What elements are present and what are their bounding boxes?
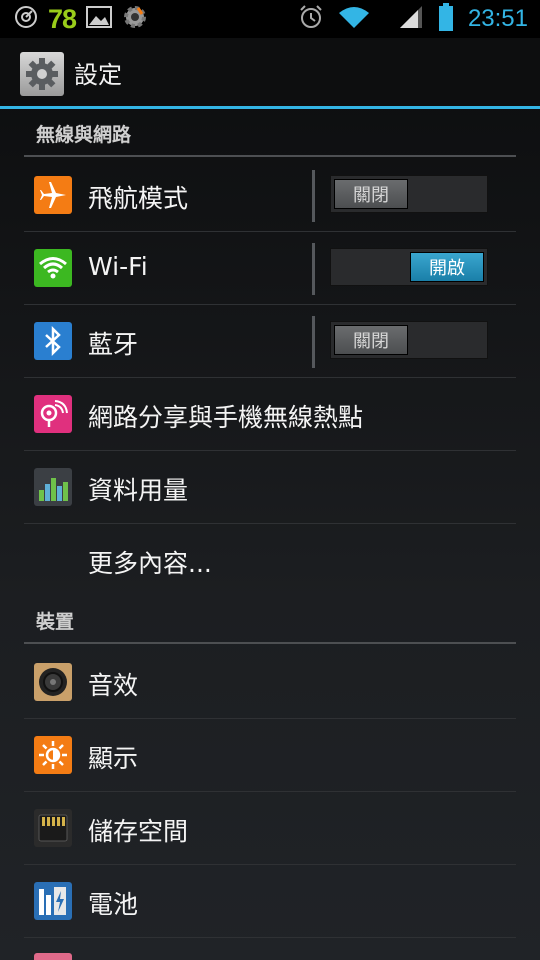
toggle-thumb: 關閉 (334, 325, 408, 355)
speaker-icon (34, 663, 72, 701)
wifi-toggle[interactable]: 開啟 (330, 248, 488, 286)
status-bar: 78 23:51 (0, 0, 540, 38)
clock: 23:51 (467, 5, 528, 32)
settings-item-label: Wi-Fi (88, 252, 148, 281)
row-divider (312, 243, 315, 295)
brightness-icon (34, 736, 72, 774)
bluetooth-toggle[interactable]: 關閉 (330, 321, 488, 359)
settings-item-sound[interactable]: 音效 (24, 645, 516, 719)
settings-item-bluetooth[interactable]: 藍牙 關閉 (24, 304, 516, 378)
settings-item-display[interactable]: 顯示 (24, 718, 516, 792)
hotspot-icon (34, 395, 72, 433)
battery-settings-icon (34, 882, 72, 920)
row-divider (312, 316, 315, 368)
battery-level-number: 78 (48, 3, 77, 34)
settings-item-label: 音效 (88, 671, 139, 700)
battery-icon (438, 3, 454, 35)
settings-item-label: 顯示 (88, 744, 139, 773)
settings-item-label: 飛航模式 (88, 184, 189, 213)
toggle-thumb: 關閉 (334, 179, 408, 209)
section-header-label: 無線與網路 (36, 124, 132, 146)
settings-item-label: 資料用量 (88, 476, 189, 505)
settings-item-label: 更多內容... (88, 549, 212, 578)
section-header-label: 裝置 (36, 611, 75, 633)
wifi-icon (34, 249, 72, 287)
settings-item-label: 電池 (88, 890, 139, 919)
section-header-device: 裝置 (24, 596, 516, 644)
page-title: 設定 (74, 61, 122, 89)
alarm-icon (298, 4, 324, 34)
settings-item-label: 藍牙 (88, 330, 139, 359)
airplane-mode-toggle[interactable]: 關閉 (330, 175, 488, 213)
settings-item-label: 網路分享與手機無線熱點 (88, 403, 364, 432)
settings-item-storage[interactable]: 儲存空間 (24, 791, 516, 865)
wifi-signal-icon (338, 5, 370, 33)
data-usage-icon (34, 468, 72, 506)
settings-item-data-usage[interactable]: 資料用量 (24, 450, 516, 524)
section-header-wireless: 無線與網路 (24, 109, 516, 157)
usb-debug-icon (14, 5, 38, 33)
row-divider (312, 170, 315, 222)
settings-item-battery[interactable]: 電池 (24, 864, 516, 938)
airplane-icon (34, 176, 72, 214)
settings-item-airplane-mode[interactable]: 飛航模式 關閉 (24, 158, 516, 232)
settings-item-partial[interactable] (34, 953, 72, 960)
bluetooth-icon (34, 322, 72, 360)
action-bar: 設定 (0, 38, 540, 109)
cell-signal-icon (398, 4, 424, 34)
gear-icon[interactable] (20, 52, 64, 96)
sd-card-icon (34, 809, 72, 847)
settings-notification-icon (122, 4, 148, 34)
picture-icon (86, 6, 113, 32)
toggle-thumb: 開啟 (410, 252, 484, 282)
settings-item-more[interactable]: 更多內容... (24, 523, 516, 596)
settings-item-tethering-hotspot[interactable]: 網路分享與手機無線熱點 (24, 377, 516, 451)
settings-item-wifi[interactable]: Wi-Fi 開啟 (24, 231, 516, 305)
settings-item-label: 儲存空間 (88, 817, 189, 846)
